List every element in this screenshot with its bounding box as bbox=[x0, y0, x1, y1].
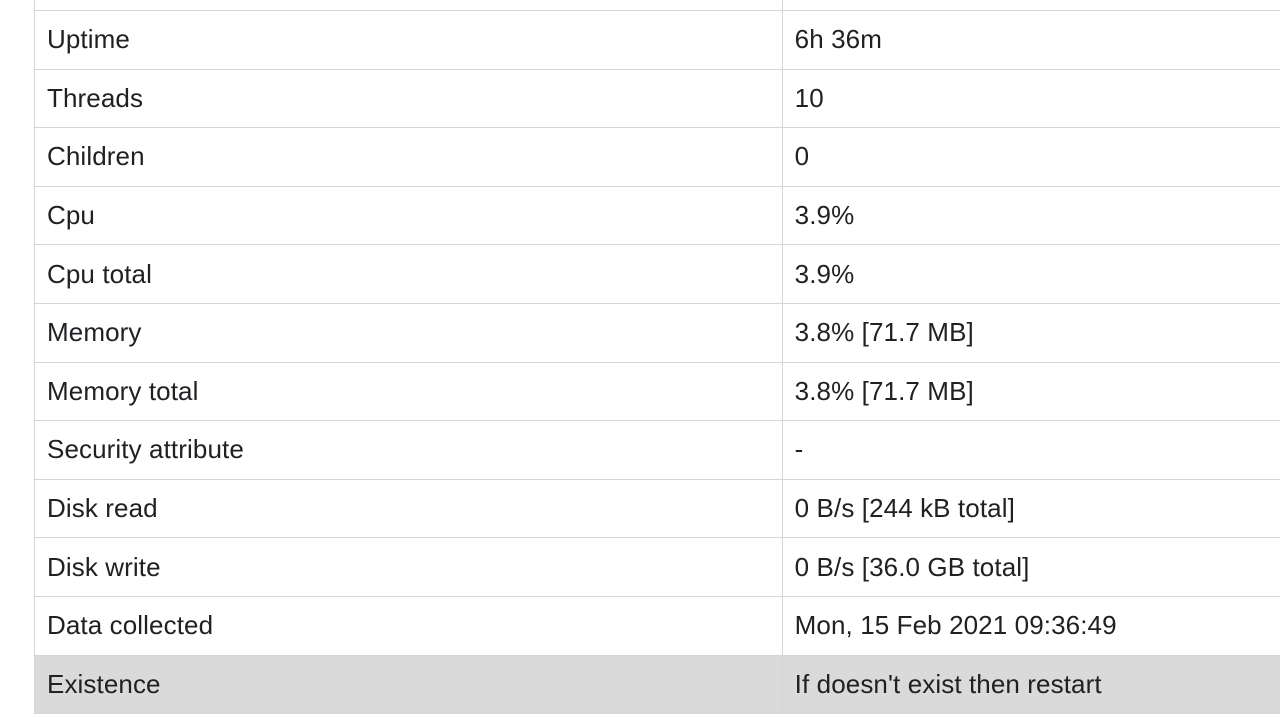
table-cell-value bbox=[781, 0, 1280, 12]
page-viewport: Uptime 6h 36m Threads 10 Children 0 Cpu 3.9% Cpu… bbox=[0, 0, 1280, 718]
table-cell-value: 3.8% [71.7 MB] bbox=[781, 361, 1280, 422]
table-row[interactable]: Cpu total 3.9% bbox=[34, 244, 1280, 305]
table-row[interactable]: Existence If doesn't exist then restart bbox=[34, 654, 1280, 715]
table-cell-property: Disk write bbox=[34, 537, 783, 598]
table-cell-property: Cpu total bbox=[34, 244, 783, 305]
table-row[interactable]: Security attribute - bbox=[34, 420, 1280, 480]
table-cell-property: Children bbox=[34, 127, 783, 187]
table-cell-value: Mon, 15 Feb 2021 09:36:49 bbox=[781, 596, 1280, 656]
table-row[interactable]: Memory 3.8% [71.7 MB] bbox=[34, 303, 1280, 363]
table-cell-value: 3.9% bbox=[781, 185, 1280, 246]
table-cell-property: Existence bbox=[34, 654, 783, 715]
table-cell-value: If doesn't exist then restart bbox=[781, 654, 1280, 715]
table-row[interactable]: Children 0 bbox=[34, 127, 1280, 187]
table-row[interactable]: Memory total 3.8% [71.7 MB] bbox=[34, 361, 1280, 422]
table-cell-property: Memory total bbox=[34, 361, 783, 422]
table-row[interactable]: Data collected Mon, 15 Feb 2021 09:36:49 bbox=[34, 596, 1280, 656]
table-cell-property: Data collected bbox=[34, 596, 783, 656]
table-cell-value: 0 B/s [244 kB total] bbox=[781, 478, 1280, 539]
table-cell-property: Cpu bbox=[34, 185, 783, 246]
table-row[interactable]: Threads 10 bbox=[34, 68, 1280, 129]
table-cell-value: - bbox=[781, 420, 1280, 480]
table-row[interactable]: Uptime 6h 36m bbox=[34, 10, 1280, 70]
table-cell-property: Memory bbox=[34, 303, 783, 363]
table-row[interactable]: Cpu 3.9% bbox=[34, 185, 1280, 246]
process-detail-table-body: Uptime 6h 36m Threads 10 Children 0 Cpu 3.9% Cpu… bbox=[34, 0, 1280, 715]
table-row[interactable]: Disk write 0 B/s [36.0 GB total] bbox=[34, 537, 1280, 598]
process-detail-table: Uptime 6h 36m Threads 10 Children 0 Cpu 3.9% Cpu… bbox=[34, 0, 1280, 715]
table-cell-value: 10 bbox=[781, 68, 1280, 129]
table-cell-property: Disk read bbox=[34, 478, 783, 539]
table-cell-value: 3.9% bbox=[781, 244, 1280, 305]
table-row-clipped bbox=[34, 0, 1280, 12]
table-cell-value: 0 B/s [36.0 GB total] bbox=[781, 537, 1280, 598]
table-cell-property bbox=[34, 0, 783, 12]
table-scroll-container[interactable]: Uptime 6h 36m Threads 10 Children 0 Cpu 3.9% Cpu… bbox=[0, 0, 1280, 715]
table-cell-value: 0 bbox=[781, 127, 1280, 187]
table-cell-property: Threads bbox=[34, 68, 783, 129]
table-cell-property: Uptime bbox=[34, 10, 783, 70]
table-cell-value: 6h 36m bbox=[781, 10, 1280, 70]
table-cell-value: 3.8% [71.7 MB] bbox=[781, 303, 1280, 363]
table-cell-property: Security attribute bbox=[34, 420, 783, 480]
table-row[interactable]: Disk read 0 B/s [244 kB total] bbox=[34, 478, 1280, 539]
